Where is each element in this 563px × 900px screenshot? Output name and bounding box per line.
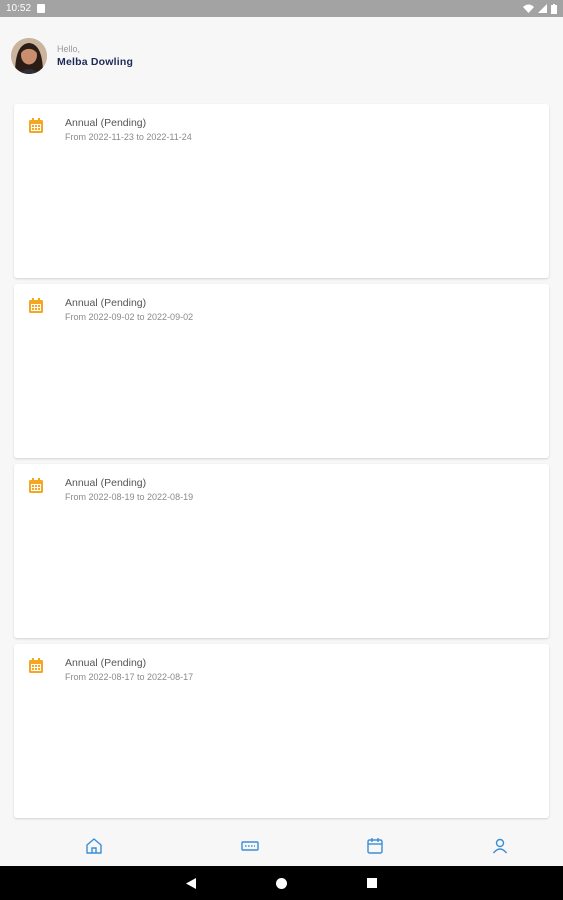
greeting-text: Hello,	[57, 44, 81, 54]
user-name: Melba Dowling	[57, 56, 134, 68]
leave-date-range: From 2022-08-19 to 2022-08-19	[65, 492, 194, 502]
leave-card[interactable]: Annual (Pending) From 2022-08-19 to 2022…	[14, 464, 549, 638]
home-circle-icon[interactable]	[276, 878, 287, 889]
wifi-icon	[523, 4, 534, 13]
leave-card[interactable]: Annual (Pending) From 2022-11-23 to 2022…	[14, 104, 549, 278]
avatar[interactable]	[11, 38, 47, 74]
signal-icon	[538, 4, 547, 13]
calendar-icon	[29, 298, 43, 313]
calendar-icon[interactable]	[366, 837, 384, 855]
leave-title: Annual (Pending)	[65, 297, 147, 309]
bottom-navigation	[0, 826, 563, 866]
ticket-icon[interactable]	[241, 837, 259, 855]
notification-icon	[37, 4, 46, 13]
back-icon[interactable]	[186, 878, 196, 889]
status-bar: 10:52	[0, 0, 563, 17]
status-time: 10:52	[6, 3, 32, 14]
recents-icon[interactable]	[367, 878, 377, 888]
calendar-icon	[29, 118, 43, 133]
person-icon[interactable]	[491, 837, 509, 855]
leave-date-range: From 2022-08-17 to 2022-08-17	[65, 672, 194, 682]
leave-request-list: Annual (Pending) From 2022-11-23 to 2022…	[14, 104, 549, 824]
leave-date-range: From 2022-09-02 to 2022-09-02	[65, 312, 194, 322]
calendar-icon	[29, 478, 43, 493]
leave-title: Annual (Pending)	[65, 477, 147, 489]
user-header: Hello, Melba Dowling	[11, 38, 133, 74]
home-icon[interactable]	[85, 837, 103, 855]
leave-date-range: From 2022-11-23 to 2022-11-24	[65, 132, 192, 142]
leave-title: Annual (Pending)	[65, 657, 147, 669]
calendar-icon	[29, 658, 43, 673]
leave-card[interactable]: Annual (Pending) From 2022-09-02 to 2022…	[14, 284, 549, 458]
leave-title: Annual (Pending)	[65, 117, 147, 129]
leave-card[interactable]: Annual (Pending) From 2022-08-17 to 2022…	[14, 644, 549, 818]
system-navigation-bar	[0, 866, 563, 900]
battery-icon	[551, 3, 557, 14]
